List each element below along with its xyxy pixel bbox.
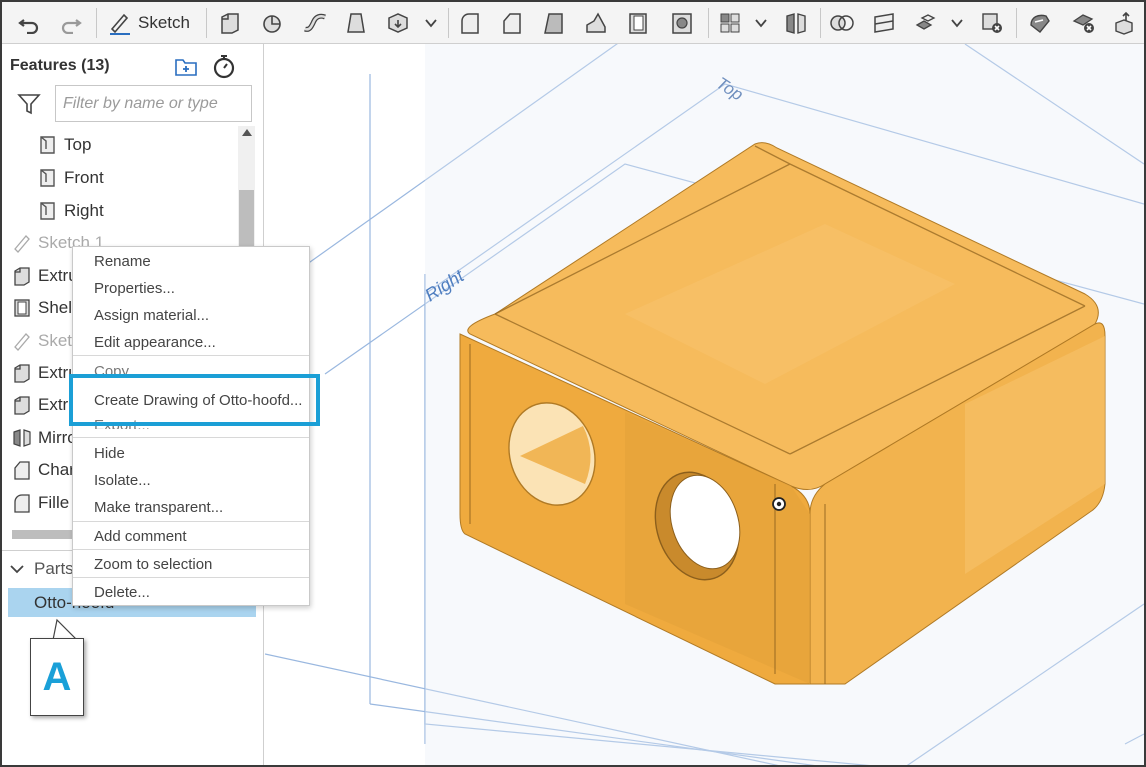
tree-item-label: Mirro [38,428,77,447]
draft-icon[interactable] [540,8,568,38]
tree-item-label: Char [38,460,75,479]
callout-badge: A [30,638,84,716]
tree-item-sketch-2[interactable]: Sketc [12,326,81,356]
menu-item-rename[interactable]: Rename [73,248,309,275]
mirror-icon [13,429,31,447]
sketch-button[interactable]: Sketch [104,8,198,38]
menu-item-make-transparent[interactable]: Make transparent... [73,494,309,521]
hole-icon[interactable] [668,8,696,38]
revolve-icon[interactable] [258,8,286,38]
tree-item-extrude-2[interactable]: Extru [12,358,78,388]
mirror-icon[interactable] [782,8,810,38]
split-icon[interactable] [870,8,898,38]
chamfer-icon [14,461,30,480]
chevron-down-icon[interactable] [420,8,442,38]
plane-icon [40,169,55,187]
loft-icon[interactable] [342,8,370,38]
menu-item-isolate[interactable]: Isolate... [73,467,309,494]
scrollbar-thumb[interactable] [239,190,254,246]
fillet-icon [14,494,30,513]
plane-icon [40,136,55,154]
menu-item-hide[interactable]: Hide [73,440,309,467]
filter-input[interactable] [55,85,252,122]
redo-icon[interactable] [56,8,86,38]
rib-icon[interactable] [582,8,610,38]
app-window: Sketch Features (13) Filter by name or t… [0,0,1146,767]
menu-item-zoom-to-selection[interactable]: Zoom to selection [73,551,309,578]
tree-item-plane-top[interactable]: Top [38,130,91,160]
extrude-icon [14,396,30,415]
tree-item-extrude[interactable]: Extru [12,261,78,291]
tree-item-extrude-3[interactable]: Extru [12,390,78,420]
extrude-icon [14,267,30,286]
tree-item-fillet[interactable]: Fille [12,488,69,518]
features-title: Features (13) [10,57,110,74]
pattern-icon[interactable] [716,8,744,38]
tree-item-label: Fille [38,493,70,512]
shell-icon[interactable] [624,8,652,38]
parts-label: Parts [34,559,74,578]
menu-item-edit-appearance[interactable]: Edit appearance... [73,329,309,356]
filter-icon[interactable] [17,93,41,120]
transform-icon[interactable] [912,8,940,38]
tree-item-plane-front[interactable]: Front [38,163,104,193]
chevron-down-icon[interactable] [750,8,772,38]
tree-item-mirror[interactable]: Mirro [12,423,77,453]
parts-header[interactable]: Parts [10,556,74,582]
thicken-icon[interactable] [384,8,412,38]
tree-item-chamfer[interactable]: Char [12,455,75,485]
callout-letter: A [42,654,72,699]
scroll-up-icon[interactable] [242,129,252,136]
extrude-icon [14,364,30,383]
menu-item-delete[interactable]: Delete... [73,579,309,606]
tree-item-shell[interactable]: Shel [12,293,72,323]
delete-part-icon[interactable] [978,8,1006,38]
plane-icon [40,202,55,220]
sketch-icon [14,235,30,253]
menu-item-properties[interactable]: Properties... [73,275,309,302]
chevron-down-icon[interactable] [946,8,968,38]
export-icon[interactable] [1110,8,1138,38]
context-menu: Rename Properties... Assign material... … [72,246,310,606]
sketch-icon [14,333,30,351]
menu-item-add-comment[interactable]: Add comment [73,523,309,550]
chamfer-icon[interactable] [498,8,526,38]
add-folder-icon[interactable] [174,55,200,82]
shell-icon [14,299,30,317]
boolean-icon[interactable] [828,8,856,38]
stopwatch-icon[interactable] [211,53,237,84]
graphics-viewport[interactable]: Right Top [265,44,1144,765]
sketch-icon [110,13,130,35]
horizontal-scrollbar-thumb[interactable] [12,530,72,539]
tree-item-label: Right [64,201,104,220]
tree-item-plane-right[interactable]: Right [38,196,104,226]
modify-fillet-icon[interactable] [1026,8,1054,38]
tree-item-label: Front [64,168,104,187]
toolbar: Sketch [2,2,1144,44]
extrude-icon[interactable] [216,8,244,38]
tree-item-label: Shel [38,298,73,317]
highlight-box [69,374,320,426]
sweep-icon[interactable] [301,8,329,38]
tree-item-label: Top [64,135,92,154]
model-view: Right Top [265,44,1144,765]
menu-item-assign-material[interactable]: Assign material... [73,302,309,329]
undo-icon[interactable] [14,8,44,38]
sketch-label: Sketch [138,13,190,32]
fillet-icon[interactable] [456,8,484,38]
chevron-down-icon [10,565,24,574]
delete-face-icon[interactable] [1070,8,1098,38]
